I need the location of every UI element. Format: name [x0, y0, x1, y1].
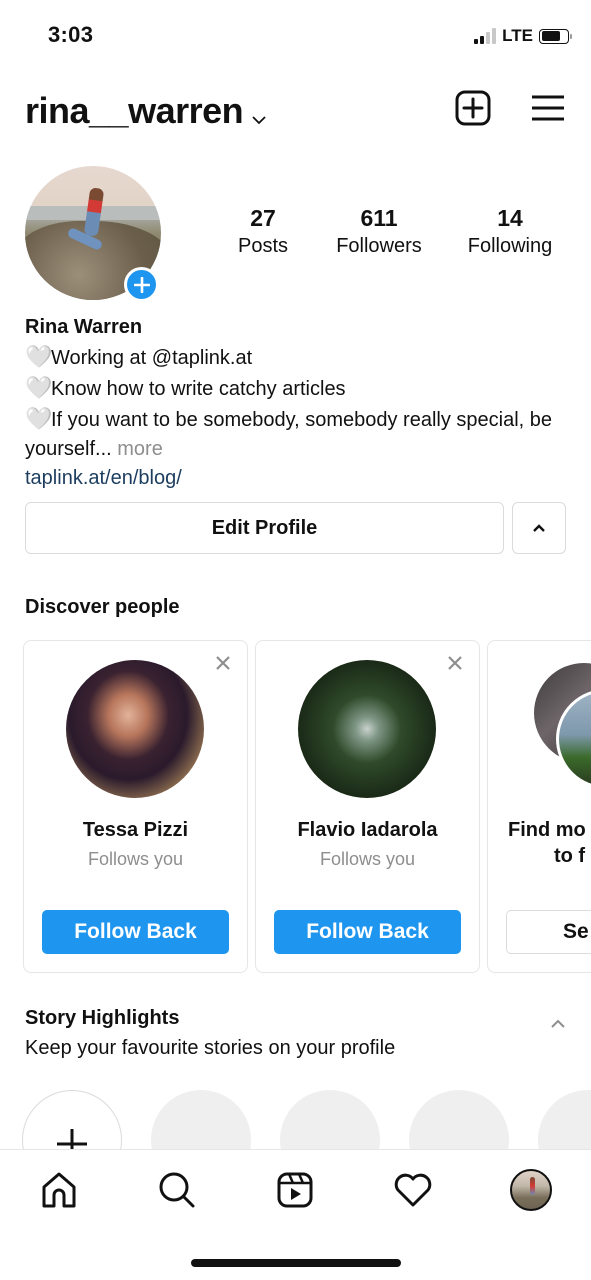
status-time: 3:03: [48, 22, 94, 47]
story-highlights-title: Story Highlights: [25, 1007, 180, 1029]
highlight-placeholder: [280, 1090, 380, 1150]
stat-following[interactable]: 14 Following: [455, 204, 565, 260]
search-icon: [159, 1172, 195, 1208]
story-highlights-subtitle: Keep your favourite stories on your prof…: [25, 1037, 396, 1059]
suggestion-name: Tessa Pizzi: [82, 819, 189, 841]
bio-line: 🤍Working at @taplink.at: [25, 342, 570, 373]
collapse-highlights-button[interactable]: [550, 1016, 566, 1034]
bio-link[interactable]: taplink.at/en/blog/: [25, 464, 570, 493]
suggestion-card[interactable]: Flavio Iadarola Follows you Follow Back: [255, 640, 480, 973]
profile-actions: Edit Profile: [25, 502, 566, 554]
plus-square-icon: [455, 90, 491, 126]
profile-avatar-icon: [510, 1169, 552, 1211]
bio-text: If you want to be somebody, somebody rea…: [25, 409, 553, 460]
suggestion-name: Flavio Iadarola: [297, 819, 438, 841]
find-more-card[interactable]: Find mo to f Se: [487, 640, 591, 973]
find-more-title-line1: Find mo: [508, 819, 586, 841]
display-name: Rina Warren: [25, 316, 143, 338]
stat-label: Followers: [336, 235, 422, 257]
battery-icon: [539, 28, 572, 44]
tab-home[interactable]: [37, 1168, 81, 1212]
profile-avatar[interactable]: [25, 166, 161, 302]
white-heart-icon: 🤍: [25, 406, 53, 431]
plus-icon: [133, 276, 150, 293]
bio-text: Know how to write catchy articles: [51, 378, 346, 400]
suggestion-subtitle: Follows you: [87, 849, 184, 869]
profile-summary: 27 Posts 611 Followers 14 Following: [25, 166, 565, 302]
signal-icon: [474, 28, 497, 44]
suggestion-avatar[interactable]: [66, 660, 204, 798]
highlight-placeholder: [151, 1090, 251, 1150]
suggestion-avatar[interactable]: [298, 660, 436, 798]
username: rina__warren: [25, 90, 244, 131]
new-post-button[interactable]: [455, 90, 491, 131]
bio-line: 🤍Know how to write catchy articles: [25, 373, 570, 404]
heart-icon: [394, 1173, 432, 1207]
highlights-row: [22, 1090, 591, 1150]
bio-line: 🤍If you want to be somebody, somebody re…: [25, 404, 570, 464]
stat-value: 14: [497, 205, 523, 231]
tab-activity[interactable]: [391, 1168, 435, 1212]
bio: Rina Warren 🤍Working at @taplink.at 🤍Kno…: [25, 313, 570, 493]
highlight-placeholder: [409, 1090, 509, 1150]
follow-back-button[interactable]: Follow Back: [42, 910, 229, 954]
highlight-placeholder: [538, 1090, 591, 1150]
bio-more-link[interactable]: more: [117, 438, 163, 460]
close-icon: [216, 656, 230, 670]
suggestion-card[interactable]: Tessa Pizzi Follows you Follow Back: [23, 640, 248, 973]
chevron-up-icon: [533, 524, 545, 532]
stat-label: Posts: [237, 235, 289, 257]
find-more-title-line2: to f: [554, 845, 586, 867]
close-icon: [448, 656, 462, 670]
chevron-up-icon: [551, 1019, 565, 1028]
stat-label: Following: [467, 235, 553, 257]
home-icon: [42, 1172, 76, 1208]
profile-stats: 27 Posts 611 Followers 14 Following: [223, 204, 565, 260]
stat-value: 611: [360, 205, 398, 231]
menu-button[interactable]: [531, 94, 565, 127]
plus-icon: [57, 1129, 87, 1150]
follow-back-button[interactable]: Follow Back: [274, 910, 461, 954]
home-indicator[interactable]: [191, 1259, 401, 1267]
account-switcher[interactable]: rina__warren: [25, 88, 267, 134]
dismiss-button[interactable]: [215, 655, 231, 676]
toggle-suggestions-button[interactable]: [512, 502, 566, 554]
reels-icon: [277, 1172, 313, 1208]
discover-people-carousel[interactable]: Tessa Pizzi Follows you Follow Back Flav…: [23, 640, 591, 973]
bio-text: Working at @taplink.at: [51, 347, 253, 369]
white-heart-icon: 🤍: [25, 344, 53, 369]
profile-header: rina__warren: [0, 84, 591, 134]
edit-profile-button[interactable]: Edit Profile: [25, 502, 504, 554]
status-indicators: LTE: [474, 26, 572, 46]
chevron-down-icon: [251, 92, 267, 134]
stat-posts[interactable]: 27 Posts: [223, 204, 303, 260]
add-story-button[interactable]: [124, 267, 159, 302]
network-type: LTE: [502, 26, 533, 45]
suggestion-subtitle: Follows you: [319, 849, 416, 869]
tab-profile[interactable]: [509, 1168, 553, 1212]
see-all-button[interactable]: Se: [506, 910, 591, 954]
discover-people-title: Discover people: [25, 596, 180, 618]
hamburger-menu-icon: [532, 95, 564, 121]
new-highlight-button[interactable]: [22, 1090, 122, 1150]
stat-followers[interactable]: 611 Followers: [324, 204, 434, 260]
stat-value: 27: [250, 205, 276, 231]
tab-reels[interactable]: [273, 1168, 317, 1212]
white-heart-icon: 🤍: [25, 375, 53, 400]
dismiss-button[interactable]: [447, 655, 463, 676]
status-bar: 3:03 LTE: [0, 0, 591, 70]
tab-search[interactable]: [155, 1168, 199, 1212]
